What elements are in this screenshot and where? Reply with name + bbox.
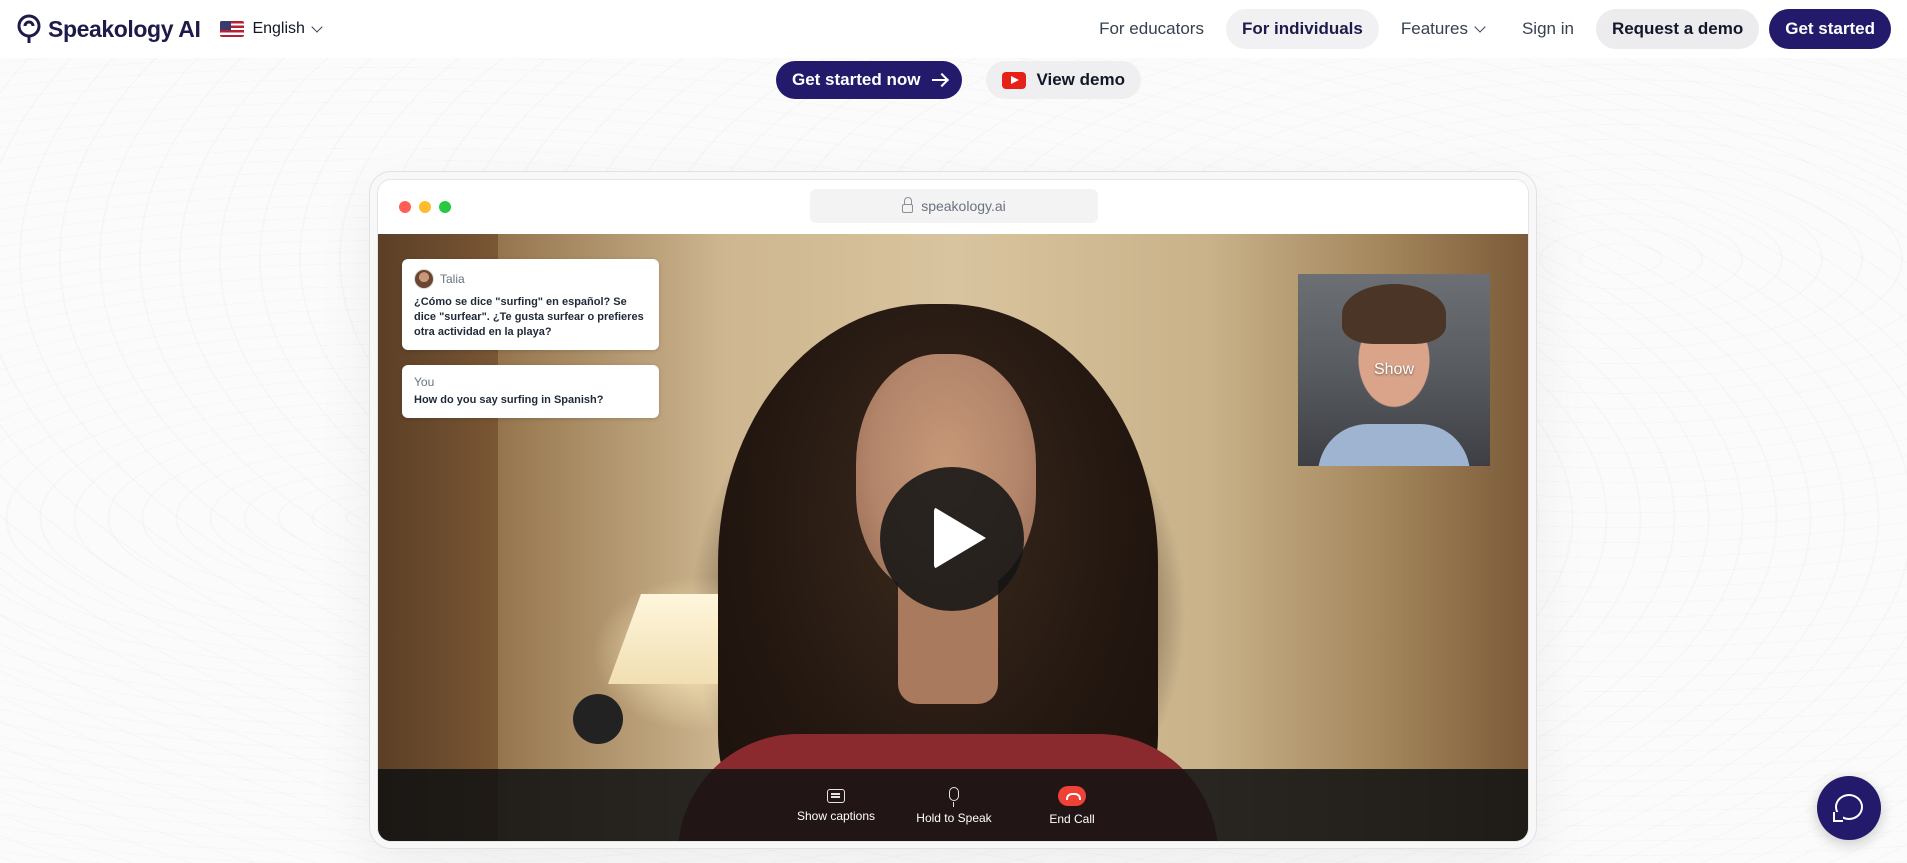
youtube-icon <box>1002 71 1027 89</box>
nav-link-for-educators[interactable]: For educators <box>1083 9 1220 49</box>
maximize-dot-icon <box>439 201 451 213</box>
sender-name: You <box>414 375 435 389</box>
nav-link-sign-in[interactable]: Sign in <box>1506 9 1590 49</box>
close-dot-icon <box>399 201 411 213</box>
view-demo-label: View demo <box>1036 70 1125 89</box>
sender-name: Talia <box>440 272 465 286</box>
chat-bubble-icon <box>1833 794 1863 822</box>
lamp-base <box>573 694 623 744</box>
brand-name: Speakology AI <box>48 15 201 42</box>
window-controls <box>399 201 451 213</box>
tutor-avatar <box>414 269 434 289</box>
end-call-button[interactable]: End Call <box>1013 769 1131 841</box>
hero-cta-group: Get started now View demo <box>776 61 1141 99</box>
nav-actions: For educators For individuals Features S… <box>1083 9 1891 49</box>
get-started-now-label: Get started now <box>792 70 921 89</box>
hold-to-speak-label: Hold to Speak <box>916 811 992 825</box>
message-text: ¿Cómo se dice "surfing" en español? Se d… <box>414 296 644 338</box>
video-call-stage[interactable]: Talia ¿Cómo se dice "surfing" en español… <box>378 234 1528 841</box>
brand-logo[interactable]: Speakology AI <box>16 14 201 44</box>
hold-to-speak-button[interactable]: Hold to Speak <box>895 769 1013 841</box>
chat-widget-button[interactable] <box>1817 776 1881 840</box>
self-view-shirt <box>1318 424 1470 466</box>
message-text: How do you say surfing in Spanish? <box>414 394 604 406</box>
language-selector[interactable]: English <box>220 20 323 38</box>
logo-icon <box>17 14 41 43</box>
chevron-down-icon <box>311 21 323 33</box>
end-call-label: End Call <box>1049 812 1095 826</box>
browser-window: speakology.ai Talia ¿Cómo se dice "surfi… <box>377 179 1529 842</box>
tutor-message: Talia ¿Cómo se dice "surfing" en español… <box>402 259 659 350</box>
self-view-hair <box>1342 284 1446 344</box>
address-bar: speakology.ai <box>810 189 1098 223</box>
request-demo-button[interactable]: Request a demo <box>1595 9 1760 49</box>
user-message: You How do you say surfing in Spanish? <box>402 365 659 418</box>
end-call-icon <box>1058 786 1086 806</box>
features-label: Features <box>1400 19 1468 38</box>
browser-chrome: speakology.ai <box>378 180 1528 234</box>
chevron-down-icon <box>1474 21 1486 33</box>
self-view-label: Show <box>1373 361 1415 378</box>
minimize-dot-icon <box>419 201 431 213</box>
view-demo-button[interactable]: View demo <box>986 61 1141 99</box>
lock-icon <box>902 197 914 213</box>
us-flag-icon <box>220 21 245 37</box>
message-sender: You <box>414 375 647 389</box>
get-started-button[interactable]: Get started <box>1769 9 1891 49</box>
nav-link-features[interactable]: Features <box>1385 9 1500 49</box>
top-navigation: Speakology AI English For educators For … <box>0 0 1907 58</box>
call-controls-bar: Show captions Hold to Speak End Call <box>378 769 1528 841</box>
self-view-video[interactable]: Show <box>1298 274 1490 466</box>
microphone-icon <box>949 787 959 807</box>
get-started-now-button[interactable]: Get started now <box>776 61 963 99</box>
language-label: English <box>252 20 305 37</box>
arrow-right-icon <box>932 79 947 81</box>
play-button[interactable] <box>880 467 1024 611</box>
nav-link-for-individuals[interactable]: For individuals <box>1225 9 1379 49</box>
show-captions-button[interactable]: Show captions <box>777 769 895 841</box>
captions-icon <box>827 789 845 803</box>
show-captions-label: Show captions <box>796 809 876 823</box>
url-text: speakology.ai <box>921 198 1006 214</box>
message-sender: Talia <box>414 269 647 289</box>
